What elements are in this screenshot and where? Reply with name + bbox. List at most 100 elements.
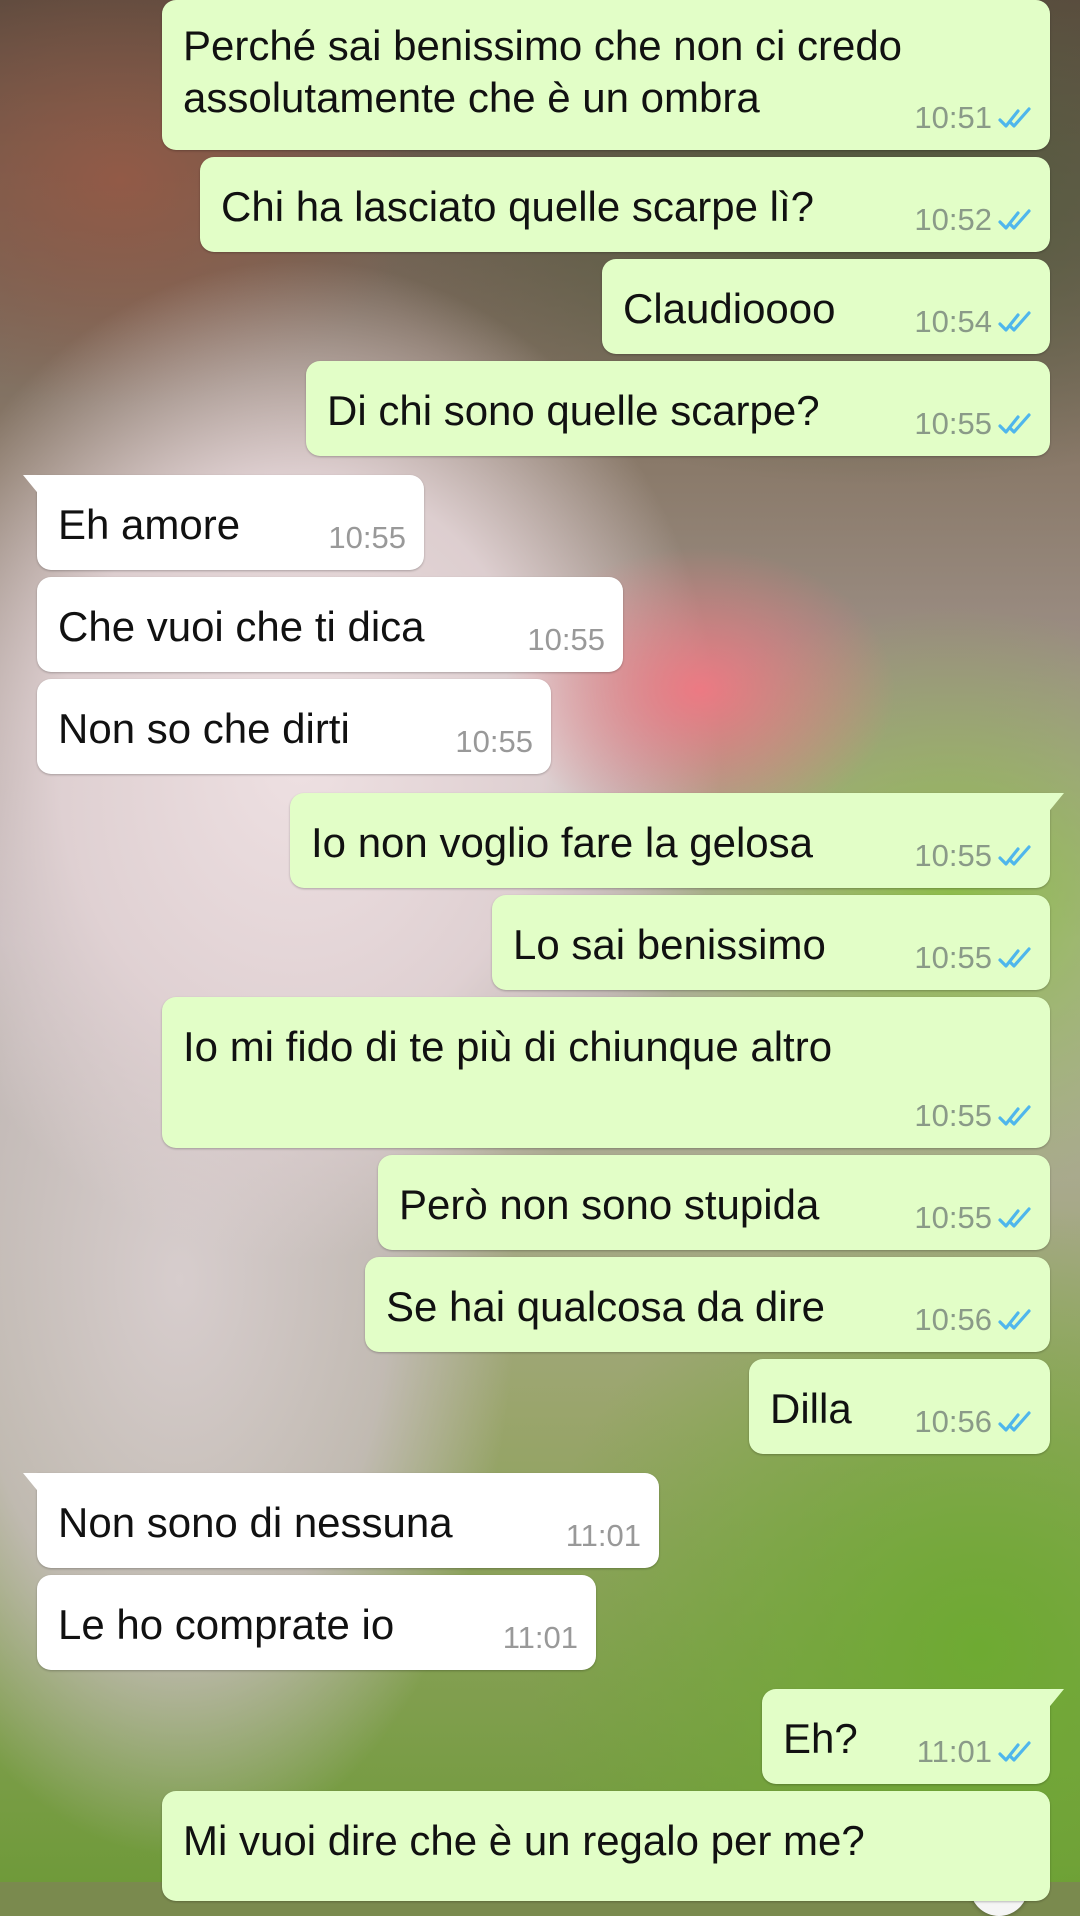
message-timestamp: 11:01 bbox=[565, 1518, 641, 1553]
message-text: Lo sai benissimo bbox=[513, 919, 826, 971]
message-meta: 10:55 bbox=[914, 1200, 1032, 1236]
message-meta: 10:56 bbox=[914, 1404, 1032, 1440]
message-timestamp: 10:52 bbox=[914, 202, 992, 237]
incoming-message-bubble[interactable]: Non sono di nessuna 11:01 bbox=[23, 1473, 659, 1568]
double-check-icon bbox=[998, 413, 1031, 434]
message-meta: 10:56 bbox=[914, 1302, 1032, 1338]
message-text: Le ho comprate io bbox=[58, 1599, 394, 1651]
message-meta: 11:01 bbox=[566, 1518, 641, 1554]
message-timestamp: 10:54 bbox=[914, 304, 992, 339]
bubble-tail bbox=[23, 1473, 41, 1495]
message-timestamp: 10:51 bbox=[914, 100, 992, 135]
message-meta: 11:01 bbox=[503, 1620, 578, 1656]
message-meta: 10:55 bbox=[527, 622, 605, 658]
message-timestamp: 10:56 bbox=[914, 1302, 992, 1337]
double-check-icon bbox=[998, 1105, 1031, 1126]
message-timestamp: 10:55 bbox=[455, 724, 533, 759]
message-text-line: Che vuoi che ti dica bbox=[58, 603, 425, 650]
message-text-line: Non sono di nessuna bbox=[58, 1499, 453, 1546]
outgoing-message-bubble[interactable]: Perché sai benissimo che non ci credo ass… bbox=[162, 0, 1050, 150]
double-check-icon bbox=[998, 1411, 1031, 1432]
incoming-message-bubble[interactable]: Eh amore 10:55 bbox=[23, 475, 424, 570]
message-timestamp: 10:55 bbox=[914, 1200, 992, 1235]
message-text-line: Se hai qualcosa da dire bbox=[386, 1283, 825, 1330]
message-text-line: Di chi sono quelle scarpe? bbox=[327, 387, 820, 434]
bubble-tail bbox=[23, 475, 41, 497]
message-text-line: Io mi fido di te più di chiunque altro bbox=[183, 1023, 833, 1070]
double-check-icon bbox=[998, 845, 1031, 866]
double-check-icon bbox=[998, 1741, 1031, 1762]
double-check-icon bbox=[998, 209, 1031, 230]
message-text: Non so che dirti bbox=[58, 703, 350, 755]
message-text-line: assolutamente che è un ombra bbox=[183, 74, 760, 121]
outgoing-message-bubble[interactable]: Mi vuoi dire che è un regalo per me? bbox=[162, 1791, 1050, 1901]
bubble-tail bbox=[1046, 1689, 1064, 1711]
message-timestamp: 10:55 bbox=[914, 1098, 992, 1133]
message-text: Però non sono stupida bbox=[399, 1179, 819, 1231]
message-text-line: Lo sai benissimo bbox=[513, 921, 826, 968]
message-text-line: Dilla bbox=[770, 1385, 852, 1432]
message-text-line: Perché sai benissimo che non ci credo bbox=[183, 22, 903, 69]
message-meta: 10:55 bbox=[328, 520, 406, 556]
message-text-line: Però non sono stupida bbox=[399, 1181, 820, 1228]
message-text: Perché sai benissimo che non ci credo ass… bbox=[183, 20, 902, 124]
message-timestamp: 10:55 bbox=[914, 838, 992, 873]
message-text: Io mi fido di te più di chiunque altro bbox=[183, 1021, 832, 1073]
message-text-line: Io non voglio fare la gelosa bbox=[311, 819, 814, 866]
message-timestamp: 10:56 bbox=[914, 1404, 992, 1439]
message-meta: 10:55 bbox=[914, 1098, 1032, 1134]
message-text-line: Eh? bbox=[783, 1715, 858, 1762]
message-text-line: Non so che dirti bbox=[58, 705, 350, 752]
outgoing-message-bubble[interactable]: Però non sono stupida 10:55 bbox=[378, 1155, 1050, 1250]
message-meta: 10:55 bbox=[455, 724, 533, 760]
outgoing-message-bubble[interactable]: Di chi sono quelle scarpe? 10:55 bbox=[306, 361, 1050, 456]
message-meta: 10:55 bbox=[914, 838, 1032, 874]
message-text: Se hai qualcosa da dire bbox=[386, 1281, 825, 1333]
double-check-icon bbox=[998, 1309, 1031, 1330]
double-check-icon bbox=[998, 1207, 1031, 1228]
outgoing-message-bubble[interactable]: Chi ha lasciato quelle scarpe lì? 10:52 bbox=[200, 157, 1050, 252]
message-meta: 10:55 bbox=[914, 940, 1032, 976]
incoming-message-bubble[interactable]: Che vuoi che ti dica 10:55 bbox=[37, 577, 623, 672]
message-meta: 10:54 bbox=[914, 304, 1032, 340]
chat-message-list[interactable]: Perché sai benissimo che non ci credo ass… bbox=[0, 0, 1080, 1901]
message-meta: 10:52 bbox=[914, 202, 1032, 238]
message-text: Eh amore bbox=[58, 499, 240, 551]
bubble-tail bbox=[1046, 793, 1064, 815]
message-text: Claudioooo bbox=[623, 283, 836, 335]
message-text-line: Eh amore bbox=[58, 501, 241, 548]
outgoing-message-bubble[interactable]: Lo sai benissimo 10:55 bbox=[492, 895, 1050, 990]
outgoing-message-bubble[interactable]: Se hai qualcosa da dire 10:56 bbox=[365, 1257, 1050, 1352]
message-text: Di chi sono quelle scarpe? bbox=[327, 385, 820, 437]
incoming-message-bubble[interactable]: Non so che dirti 10:55 bbox=[37, 679, 551, 774]
message-text-line: Claudioooo bbox=[623, 285, 836, 332]
message-text: Dilla bbox=[770, 1383, 852, 1435]
outgoing-message-bubble[interactable]: Io mi fido di te più di chiunque altro 10… bbox=[162, 997, 1050, 1148]
message-timestamp: 11:01 bbox=[916, 1734, 992, 1769]
message-meta: 10:51 bbox=[914, 100, 1032, 136]
message-meta: 10:55 bbox=[914, 406, 1032, 442]
message-text: Eh? bbox=[783, 1713, 858, 1765]
double-check-icon bbox=[998, 947, 1031, 968]
message-timestamp: 10:55 bbox=[914, 406, 992, 441]
incoming-message-bubble[interactable]: Le ho comprate io 11:01 bbox=[37, 1575, 596, 1670]
message-meta: 11:01 bbox=[917, 1734, 1032, 1770]
message-timestamp: 10:55 bbox=[914, 940, 992, 975]
outgoing-message-bubble[interactable]: Dilla 10:56 bbox=[749, 1359, 1050, 1454]
message-timestamp: 10:55 bbox=[328, 520, 406, 555]
double-check-icon bbox=[998, 107, 1031, 128]
message-text-line: Chi ha lasciato quelle scarpe lì? bbox=[221, 183, 815, 230]
message-text: Non sono di nessuna bbox=[58, 1497, 453, 1549]
message-timestamp: 10:55 bbox=[527, 622, 605, 657]
outgoing-message-bubble[interactable]: Io non voglio fare la gelosa 10:55 bbox=[290, 793, 1064, 888]
message-timestamp: 11:01 bbox=[502, 1620, 578, 1655]
double-check-icon bbox=[998, 311, 1031, 332]
message-text: Che vuoi che ti dica bbox=[58, 601, 425, 653]
message-text-line: Mi vuoi dire che è un regalo per me? bbox=[183, 1817, 865, 1864]
outgoing-message-bubble[interactable]: Claudioooo 10:54 bbox=[602, 259, 1050, 354]
message-text: Mi vuoi dire che è un regalo per me? bbox=[183, 1815, 865, 1867]
message-text: Io non voglio fare la gelosa bbox=[311, 817, 813, 869]
outgoing-message-bubble[interactable]: Eh? 11:01 bbox=[762, 1689, 1064, 1784]
message-text-line: Le ho comprate io bbox=[58, 1601, 395, 1648]
message-text: Chi ha lasciato quelle scarpe lì? bbox=[221, 181, 814, 233]
